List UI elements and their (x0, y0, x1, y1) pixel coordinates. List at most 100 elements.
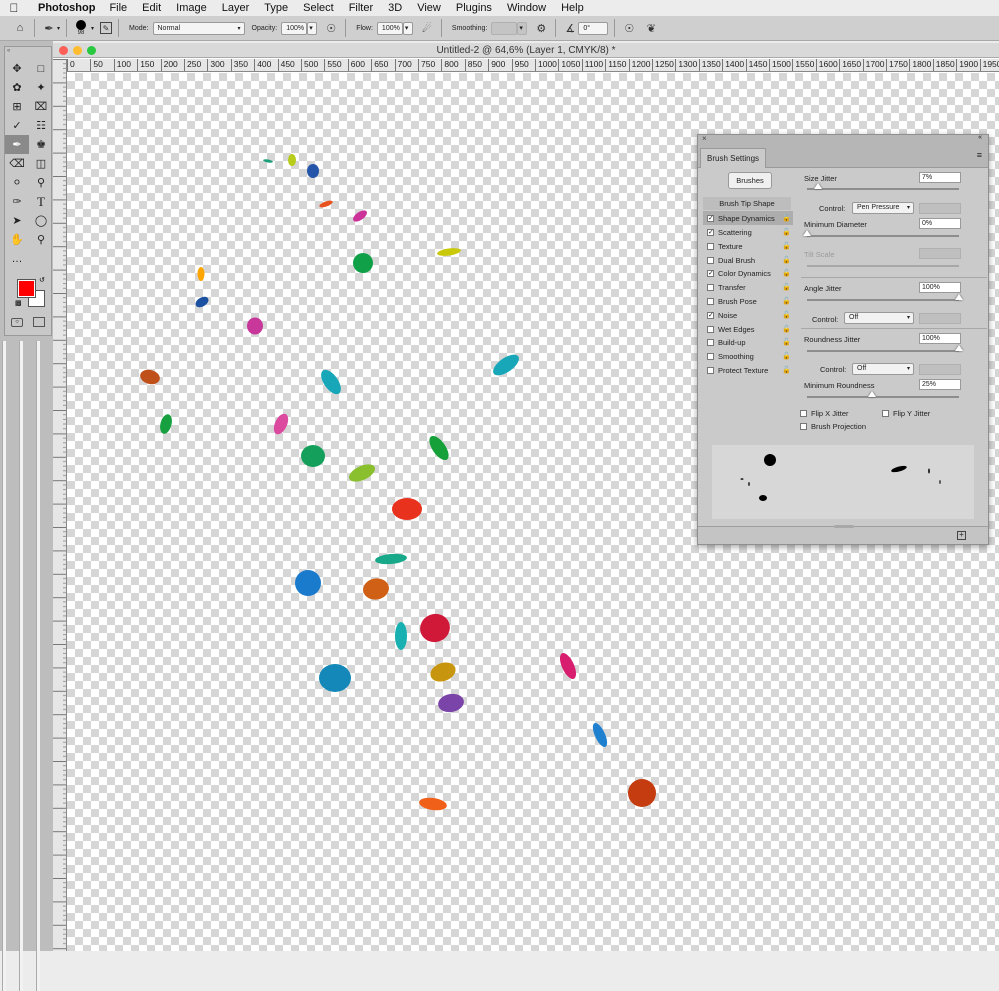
checkbox-checked[interactable]: ✓ (707, 269, 714, 277)
brushes-button[interactable]: Brushes (728, 172, 772, 189)
minimize-button[interactable] (73, 46, 82, 55)
slider-handle[interactable] (955, 345, 963, 351)
checkbox[interactable] (707, 325, 714, 333)
more-tools-icon[interactable]: … (5, 249, 29, 268)
close-button[interactable] (59, 46, 68, 55)
lock-icon[interactable]: 🔓 (782, 338, 791, 346)
slider-handle[interactable] (803, 230, 811, 236)
pressure-size-icon[interactable]: ☉ (621, 20, 637, 36)
chevron-down-icon[interactable]: ▾ (57, 25, 60, 32)
checkbox[interactable] (707, 338, 714, 346)
size-jitter-slider[interactable] (807, 183, 959, 190)
slider-handle[interactable] (868, 391, 876, 397)
maximize-button[interactable] (87, 46, 96, 55)
foreground-color-swatch[interactable] (17, 279, 36, 298)
opacity-field[interactable]: 100% (281, 21, 308, 35)
screen-mode-icon[interactable] (33, 317, 45, 327)
list-item-transfer[interactable]: Transfer 🔓 (703, 280, 793, 294)
panel-drag-bar[interactable]: × « (698, 134, 988, 144)
crop-tool-icon[interactable]: ⊞ (5, 97, 29, 116)
list-item-wet-edges[interactable]: Wet Edges 🔓 (703, 322, 793, 336)
menu-help[interactable]: Help (561, 2, 584, 14)
checkbox[interactable] (800, 410, 807, 417)
brush-settings-toggle-icon[interactable]: ✎ (100, 22, 113, 34)
smoothing-dropdown[interactable]: ▾ (517, 21, 528, 35)
list-item-smoothing[interactable]: Smoothing 🔓 (703, 349, 793, 363)
apple-icon[interactable]:  (0, 1, 28, 15)
frame-tool-icon[interactable]: ⌧ (29, 97, 53, 116)
vertical-ruler[interactable] (53, 59, 67, 951)
resize-grip[interactable] (834, 525, 854, 528)
menu-image[interactable]: Image (176, 2, 207, 14)
lock-icon[interactable]: 🔓 (782, 242, 791, 250)
lock-icon[interactable]: 🔓 (782, 214, 791, 222)
lock-icon[interactable]: 🔓 (782, 325, 791, 333)
menu-file[interactable]: File (109, 2, 127, 14)
slider-handle[interactable] (813, 183, 822, 189)
list-item-protect-texture[interactable]: Protect Texture 🔓 (703, 363, 793, 377)
symmetry-icon[interactable]: ❦ (643, 20, 659, 36)
marquee-tool-icon[interactable]: □ (29, 59, 53, 78)
horizontal-ruler[interactable]: 0 50 100 150 200 250 300 350 400 450 500 550 600 650 7… (67, 59, 999, 72)
checkbox[interactable] (707, 242, 714, 250)
checkbox-checked[interactable]: ✓ (707, 228, 714, 236)
opacity-dropdown[interactable]: ▾ (307, 21, 318, 35)
list-item-color-dynamics[interactable]: ✓ Color Dynamics 🔓 (703, 266, 793, 280)
flip-x-jitter-option[interactable]: Flip X Jitter (800, 409, 849, 418)
menu-layer[interactable]: Layer (222, 2, 250, 14)
dodge-tool-icon[interactable]: ⚲ (29, 173, 53, 192)
min-roundness-slider[interactable] (807, 391, 959, 398)
roundness-control-dropdown[interactable]: Off ▾ (852, 363, 914, 375)
checkbox[interactable] (882, 410, 889, 417)
chevron-down-icon[interactable]: ▾ (91, 25, 94, 32)
checkbox[interactable] (707, 352, 714, 360)
checkbox[interactable] (707, 283, 714, 291)
swap-colors-icon[interactable]: ↺ (39, 276, 45, 284)
healing-brush-tool-icon[interactable]: ☷ (29, 116, 53, 135)
lock-icon[interactable]: 🔓 (782, 283, 791, 291)
min-diameter-slider[interactable] (803, 230, 959, 237)
flow-field[interactable]: 100% (376, 21, 403, 35)
list-item-noise[interactable]: ✓ Noise 🔓 (703, 308, 793, 322)
angle-jitter-field[interactable]: 100% (919, 282, 961, 293)
zoom-tool-icon[interactable]: ⚲ (29, 230, 53, 249)
close-icon[interactable]: × (702, 134, 707, 143)
angle-jitter-slider[interactable] (807, 294, 963, 301)
home-icon[interactable]: ⌂ (12, 20, 28, 36)
menu-view[interactable]: View (417, 2, 441, 14)
lasso-tool-icon[interactable]: ✿ (5, 78, 29, 97)
new-brush-icon[interactable]: + (957, 531, 966, 540)
mode-dropdown[interactable]: Normal ▾ (152, 21, 245, 35)
angle-field[interactable]: 0° (578, 21, 609, 35)
list-item-shape-dynamics[interactable]: ✓ Shape Dynamics 🔓 (703, 211, 793, 225)
checkbox[interactable] (800, 423, 807, 430)
path-selection-tool-icon[interactable]: ➤ (5, 211, 29, 230)
checkbox[interactable] (707, 366, 714, 374)
default-colors-icon[interactable]: ▩ (15, 299, 22, 307)
checkbox[interactable] (707, 256, 714, 264)
list-item-build-up[interactable]: Build-up 🔓 (703, 335, 793, 349)
menu-select[interactable]: Select (303, 2, 334, 14)
pen-tool-icon[interactable]: ✑ (5, 192, 29, 211)
magic-wand-tool-icon[interactable]: ✦ (29, 78, 53, 97)
panel-menu-icon[interactable]: ≡ (977, 150, 982, 160)
menu-window[interactable]: Window (507, 2, 546, 14)
ellipse-tool-icon[interactable]: ◯ (29, 211, 53, 230)
brush-preset-picker[interactable]: 98 (73, 20, 89, 36)
min-roundness-field[interactable]: 25% (919, 379, 961, 390)
brush-tool-icon[interactable]: ✒ (41, 20, 57, 36)
blur-tool-icon[interactable]: ⚪ (5, 173, 29, 192)
angle-control-dropdown[interactable]: Off ▾ (844, 312, 914, 324)
pressure-opacity-icon[interactable]: ☉ (323, 20, 339, 36)
slider-handle[interactable] (955, 294, 963, 300)
checkbox[interactable] (707, 297, 714, 305)
brush-projection-option[interactable]: Brush Projection (800, 422, 866, 431)
size-control-dropdown[interactable]: Pen Pressure ▾ (852, 202, 914, 214)
menu-plugins[interactable]: Plugins (456, 2, 492, 14)
lock-icon[interactable]: 🔓 (782, 269, 791, 277)
app-name[interactable]: Photoshop (38, 2, 95, 14)
roundness-jitter-field[interactable]: 100% (919, 333, 961, 344)
eyedropper-tool-icon[interactable]: ✓ (5, 116, 29, 135)
move-tool-icon[interactable]: ✥ (5, 59, 29, 78)
tab-brush-settings[interactable]: Brush Settings (700, 148, 767, 168)
